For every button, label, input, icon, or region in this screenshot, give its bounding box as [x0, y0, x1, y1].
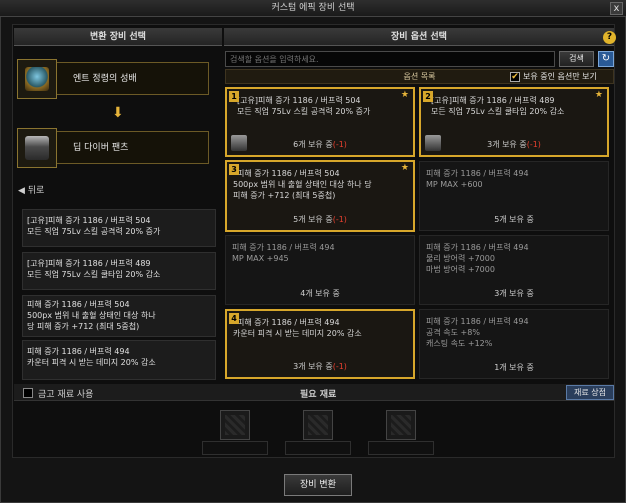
card-line: [고유]피해 증가 1186 / 버프력 504: [237, 96, 361, 105]
card-line: 피해 증가 1186 / 버프력 494: [237, 318, 340, 327]
material-slot[interactable]: [303, 410, 333, 440]
option-line: [고유]피해 증가 1186 / 버프력 489: [27, 259, 151, 268]
owned-count: 3개 보유 중(-1): [487, 140, 541, 149]
left-panel-header: 변환 장비 선택: [14, 28, 222, 46]
search-button[interactable]: 검색: [559, 51, 594, 67]
card-line: MP MAX +600: [426, 180, 483, 189]
item-icon-grail: [17, 59, 57, 99]
selection-number-badge: 2: [423, 91, 433, 102]
option-line: 500px 범위 내 출혈 상태인 대상 하나: [27, 311, 156, 320]
owned-count: 6개 보유 중(-1): [293, 140, 347, 149]
star-icon: ★: [400, 90, 409, 100]
card-line: 피해 증가 1186 / 버프력 494: [426, 169, 529, 178]
arrow-down-icon: ⬇: [112, 105, 124, 121]
card-line: 피해 증가 +712 (최대 5중첩): [233, 191, 336, 200]
material-slot[interactable]: [386, 410, 416, 440]
option-card-1[interactable]: 1 ★ [고유]피해 증가 1186 / 버프력 504 모든 직업 75Lv …: [225, 87, 415, 157]
item-icon-pants: [17, 128, 57, 168]
required-materials-label: 필요 재료: [300, 390, 337, 400]
card-line: 피해 증가 1186 / 버프력 504: [237, 169, 340, 178]
use-vault-checkbox[interactable]: [23, 388, 33, 398]
option-line: 당 피해 증가 +712 (최대 5중첩): [27, 322, 140, 331]
card-line: 캐스팅 속도 +12%: [426, 339, 493, 348]
owned-count: 5개 보유 중: [494, 215, 534, 224]
option-card-4[interactable]: 피해 증가 1186 / 버프력 494 MP MAX +600 5개 보유 중: [419, 161, 609, 231]
selection-number-badge: 1: [229, 91, 239, 102]
source-item-name: 엔트 정령의 성배: [73, 74, 137, 84]
back-button[interactable]: ◀ 뒤로: [18, 183, 44, 196]
card-line: 모든 직업 75Lv 스킬 공격력 20% 증가: [237, 107, 371, 116]
owned-count: 1개 보유 중: [494, 363, 534, 372]
option-line: 카운터 피격 시 받는 데미지 20% 감소: [27, 358, 156, 367]
owned-count: 3개 보유 중: [494, 289, 534, 298]
option-card-5[interactable]: 피해 증가 1186 / 버프력 494 MP MAX +945 4개 보유 중: [225, 235, 415, 305]
help-icon[interactable]: ?: [603, 31, 616, 44]
owned-only-label: 보유 중인 옵션만 보기: [523, 72, 597, 81]
use-vault-label: 금고 재료 사용: [38, 390, 94, 400]
owned-count: 4개 보유 중: [300, 289, 340, 298]
card-line: 피해 증가 1186 / 버프력 494: [426, 317, 529, 326]
card-line: 피해 증가 1186 / 버프력 494: [232, 243, 335, 252]
card-line: 카운터 피격 시 받는 데미지 20% 감소: [233, 329, 362, 338]
card-line: 500px 범위 내 출혈 상태인 대상 하나 당: [233, 180, 372, 189]
target-item-name: 딥 다이버 팬츠: [73, 143, 129, 153]
owned-count: 3개 보유 중(-1): [293, 362, 347, 371]
selection-number-badge: 4: [229, 313, 239, 324]
option-card-3[interactable]: 3 ★ 피해 증가 1186 / 버프력 504 500px 범위 내 출혈 상…: [225, 160, 415, 232]
convert-equipment-button[interactable]: 장비 변환: [284, 474, 352, 496]
card-line: [고유]피해 증가 1186 / 버프력 489: [431, 96, 555, 105]
material-count-bar: [202, 441, 268, 455]
owned-only-checkbox[interactable]: ✔: [510, 72, 520, 82]
target-item-slot[interactable]: 딥 다이버 팬츠: [17, 128, 209, 168]
star-icon: ★: [594, 90, 603, 100]
option-line: [고유]피해 증가 1186 / 버프력 504: [27, 216, 151, 225]
selection-number-badge: 3: [229, 164, 239, 175]
option-card-8[interactable]: 피해 증가 1186 / 버프력 494 공격 속도 +8% 캐스팅 속도 +1…: [419, 309, 609, 379]
selected-option-3[interactable]: 피해 증가 1186 / 버프력 504 500px 범위 내 출혈 상태인 대…: [22, 295, 216, 337]
selected-option-4[interactable]: 피해 증가 1186 / 버프력 494 카운터 피격 시 받는 데미지 20%…: [22, 340, 216, 380]
selected-option-2[interactable]: [고유]피해 증가 1186 / 버프력 489 모든 직업 75Lv 스킬 쿨…: [22, 252, 216, 290]
star-icon: ★: [400, 163, 409, 173]
option-line: 모든 직업 75Lv 스킬 공격력 20% 증가: [27, 227, 161, 236]
selected-option-1[interactable]: [고유]피해 증가 1186 / 버프력 504 모든 직업 75Lv 스킬 공…: [22, 209, 216, 247]
option-card-2[interactable]: 2 ★ [고유]피해 증가 1186 / 버프력 489 모든 직업 75Lv …: [419, 87, 609, 157]
material-slot[interactable]: [220, 410, 250, 440]
option-line: 피해 증가 1186 / 버프력 504: [27, 300, 130, 309]
material-shop-button[interactable]: 재료 상점: [566, 385, 614, 400]
card-line: 물리 방어력 +7000: [426, 254, 495, 263]
source-item-slot[interactable]: 엔트 정령의 성배: [17, 59, 209, 99]
card-line: 공격 속도 +8%: [426, 328, 480, 337]
owned-count: 5개 보유 중(-1): [293, 215, 347, 224]
card-line: 모든 직업 75Lv 스킬 쿨타임 20% 감소: [431, 107, 565, 116]
option-card-7[interactable]: 4 피해 증가 1186 / 버프력 494 카운터 피격 시 받는 데미지 2…: [225, 309, 415, 379]
material-count-bar: [368, 441, 434, 455]
window-title: 커스텀 에픽 장비 선택: [0, 0, 626, 17]
right-panel-header: 장비 옵션 선택: [224, 28, 614, 46]
card-line: 피해 증가 1186 / 버프력 494: [426, 243, 529, 252]
card-line: MP MAX +945: [232, 254, 289, 263]
option-line: 모든 직업 75Lv 스킬 쿨타임 20% 감소: [27, 270, 161, 279]
card-line: 마법 방어력 +7000: [426, 265, 495, 274]
option-card-6[interactable]: 피해 증가 1186 / 버프력 494 물리 방어력 +7000 마법 방어력…: [419, 235, 609, 305]
option-line: 피해 증가 1186 / 버프력 494: [27, 347, 130, 356]
material-count-bar: [285, 441, 351, 455]
close-button[interactable]: x: [610, 2, 623, 15]
refresh-icon[interactable]: ↻: [598, 51, 614, 67]
option-search-input[interactable]: [225, 51, 555, 67]
option-list-header: 옵션 목록 ✔ 보유 중인 옵션만 보기: [225, 69, 614, 84]
